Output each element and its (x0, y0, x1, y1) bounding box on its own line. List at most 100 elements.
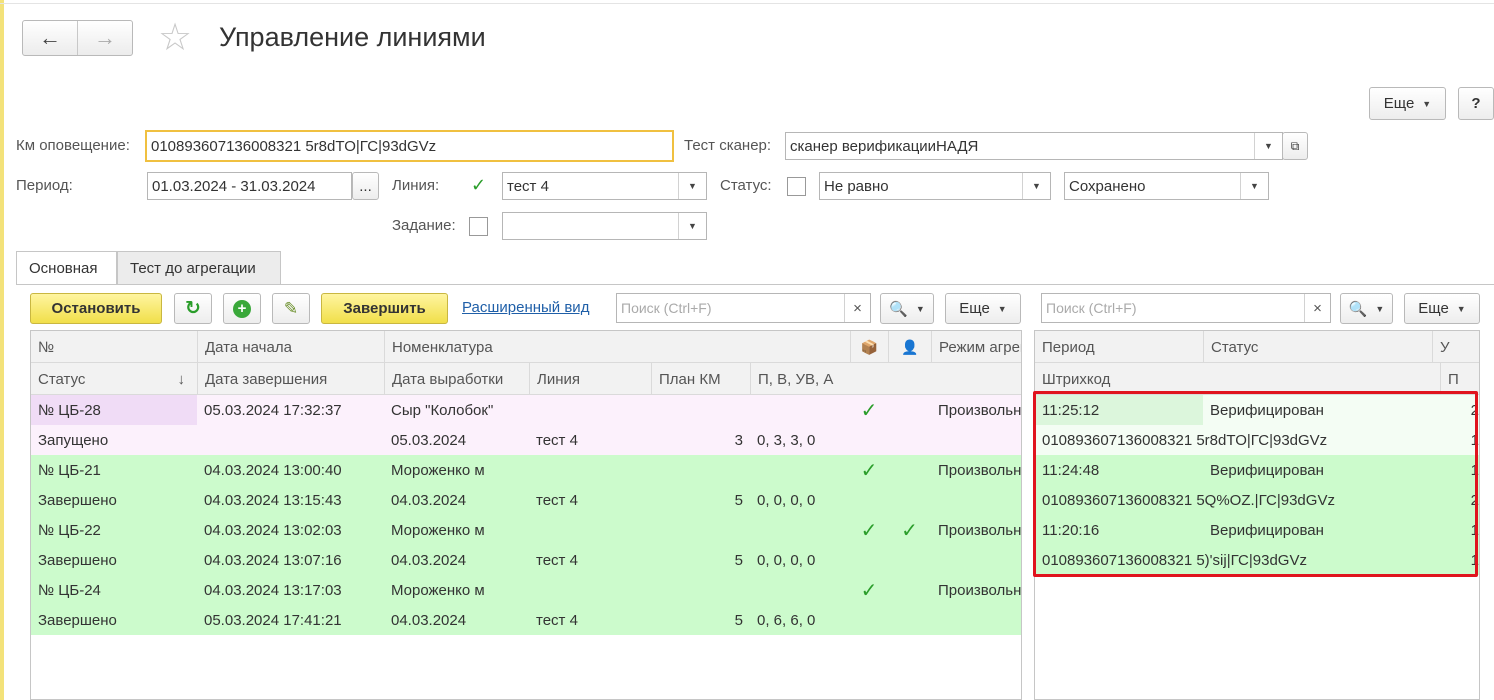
caret-down-icon: ▼ (997, 303, 1007, 314)
col-scan-status[interactable]: Статус (1203, 331, 1432, 363)
status-checkbox[interactable] (787, 177, 806, 196)
chevron-down-icon[interactable]: ▼ (678, 213, 706, 239)
top-strip (0, 0, 1494, 4)
start-date: 04.03.2024 13:00:40 (204, 461, 342, 479)
window-edge (0, 0, 4, 700)
col-start-date[interactable]: Дата начала (197, 331, 384, 363)
line-name: тест 4 (536, 551, 578, 569)
right-search-input[interactable]: Поиск (Ctrl+F) × (1041, 293, 1331, 323)
chevron-down-icon[interactable]: ▼ (678, 173, 706, 199)
right-search-placeholder: Поиск (Ctrl+F) (1046, 300, 1137, 316)
col-number[interactable]: № (31, 331, 197, 363)
task-select[interactable]: ▼ (502, 212, 707, 240)
tab-test-aggregation-label: Тест до агрегации (130, 259, 256, 277)
more-button[interactable]: Еще ▼ (1369, 87, 1446, 120)
period-select-button[interactable]: ... (352, 172, 379, 200)
table-row[interactable]: № ЦБ-24 04.03.2024 13:17:03 Мороженко м ✓ Пр… (31, 575, 1022, 605)
end-date: 05.03.2024 17:41:21 (204, 611, 342, 629)
stop-button[interactable]: Остановить (30, 293, 162, 324)
check-icon (888, 395, 931, 425)
col-u[interactable]: У (1432, 331, 1479, 363)
start-date: 04.03.2024 13:02:03 (204, 521, 342, 539)
table-row[interactable]: Завершено 05.03.2024 17:41:21 04.03.2024 те… (31, 605, 1021, 635)
open-scanner-button[interactable]: ⧉ (1282, 132, 1308, 160)
arrow-right-icon: → (94, 25, 116, 50)
aggregation-mode: Произвольно (938, 461, 1022, 479)
col-aggregation-mode[interactable]: Режим агрегации (931, 331, 1021, 363)
clear-icon[interactable]: × (844, 294, 870, 322)
status-value: Сохранено (1069, 177, 1146, 195)
pvuva-values: 0, 0, 0, 0 (757, 491, 816, 509)
forward-button[interactable]: → (77, 21, 132, 55)
edit-button[interactable]: ✎ (272, 293, 310, 324)
aggregation-mode: Произвольно (938, 521, 1022, 539)
tab-divider (16, 284, 1494, 285)
left-more-button[interactable]: Еще ▼ (945, 293, 1021, 324)
line-checkbox[interactable]: ✓ (469, 175, 488, 195)
task-checkbox[interactable] (469, 217, 488, 236)
extended-view-link[interactable]: Расширенный вид (462, 299, 589, 316)
col-nomenclature[interactable]: Номенклатура (384, 331, 850, 363)
right-more-button[interactable]: Еще ▼ (1404, 293, 1480, 324)
check-icon: ✓ (860, 459, 878, 482)
box-icon[interactable]: 📦 (850, 331, 888, 363)
col-end-date[interactable]: Дата завершения (197, 363, 384, 395)
pencil-icon: ✎ (283, 298, 299, 318)
period-input[interactable]: 01.03.2024 - 31.03.2024 (147, 172, 352, 200)
table-row[interactable]: № ЦБ-21 04.03.2024 13:00:40 Мороженко м ✓ Пр… (31, 455, 1022, 485)
status-value-select[interactable]: Сохранено ▼ (1064, 172, 1269, 200)
user-icon[interactable]: 👤 (888, 331, 931, 363)
left-search-placeholder: Поиск (Ctrl+F) (621, 300, 712, 316)
help-button[interactable]: ? (1458, 87, 1494, 120)
caret-down-icon: ▼ (1422, 98, 1432, 109)
col-pvuva[interactable]: П, В, УВ, А (750, 363, 1021, 395)
add-button[interactable]: + (223, 293, 261, 324)
table-row[interactable]: № ЦБ-22 04.03.2024 13:02:03 Мороженко м ✓ ✓ П… (31, 515, 1022, 545)
refresh-button[interactable]: ↻ (174, 293, 212, 324)
col-line[interactable]: Линия (529, 363, 651, 395)
right-search-button[interactable]: 🔍 ▼ (1340, 293, 1393, 324)
caret-down-icon: ▼ (1375, 303, 1385, 314)
production-date: 04.03.2024 (391, 611, 467, 629)
left-search-button[interactable]: 🔍 ▼ (880, 293, 934, 324)
table-row[interactable]: Запущено 05.03.2024 тест 4 3 0, 3, 3, 0 (31, 425, 1021, 455)
stop-label: Остановить (51, 300, 141, 317)
col-production-date[interactable]: Дата выработки (384, 363, 529, 395)
chevron-down-icon[interactable]: ▼ (1240, 173, 1268, 199)
check-icon (888, 575, 931, 605)
table-row[interactable]: № ЦБ-28 05.03.2024 17:32:37 Сыр "Колобок" ✓… (31, 395, 1021, 425)
tab-test-aggregation[interactable]: Тест до агрегации (117, 251, 281, 284)
task-label: Задание: (392, 217, 456, 234)
line-label: Линия: (392, 177, 440, 194)
tab-main-label: Основная (29, 259, 98, 277)
col-status[interactable]: Статус ↓ (31, 363, 197, 395)
scanner-value: сканер верификацииНАДЯ (790, 137, 979, 155)
production-date: 04.03.2024 (391, 551, 467, 569)
magnifier-icon: 🔍 (889, 300, 908, 318)
finish-label: Завершить (343, 300, 426, 317)
chevron-down-icon[interactable]: ▼ (1022, 173, 1050, 199)
scanner-select[interactable]: сканер верификацииНАДЯ ▼ (785, 132, 1283, 160)
left-search-input[interactable]: Поиск (Ctrl+F) × (616, 293, 871, 323)
col-plan-km[interactable]: План КМ (651, 363, 750, 395)
col-period[interactable]: Период (1035, 331, 1203, 363)
status-operator-select[interactable]: Не равно ▼ (819, 172, 1051, 200)
check-icon: ✓ (901, 519, 918, 542)
back-button[interactable]: ← (23, 21, 77, 55)
clear-icon[interactable]: × (1304, 294, 1330, 322)
left-more-label: Еще (959, 300, 990, 317)
pvuva-values: 0, 3, 3, 0 (757, 431, 816, 449)
favorite-star-icon[interactable]: ☆ (158, 18, 192, 58)
finish-button[interactable]: Завершить (321, 293, 448, 324)
table-row[interactable]: Завершено 04.03.2024 13:15:43 04.03.2024 те… (31, 485, 1021, 515)
line-select[interactable]: тест 4 ▼ (502, 172, 707, 200)
chevron-down-icon[interactable]: ▼ (1254, 133, 1282, 159)
start-date: 05.03.2024 17:32:37 (204, 401, 342, 419)
km-input[interactable]: 010893607136008321 5r8dTO|ГС|93dGVz (145, 130, 674, 162)
pvuva-values: 0, 0, 0, 0 (757, 551, 816, 569)
col-status-label: Статус (38, 370, 86, 388)
order-status: Завершено (38, 551, 117, 569)
aggregation-mode: Произвольно (938, 581, 1022, 599)
tab-main[interactable]: Основная (16, 251, 117, 284)
table-row[interactable]: Завершено 04.03.2024 13:07:16 04.03.2024 те… (31, 545, 1021, 575)
